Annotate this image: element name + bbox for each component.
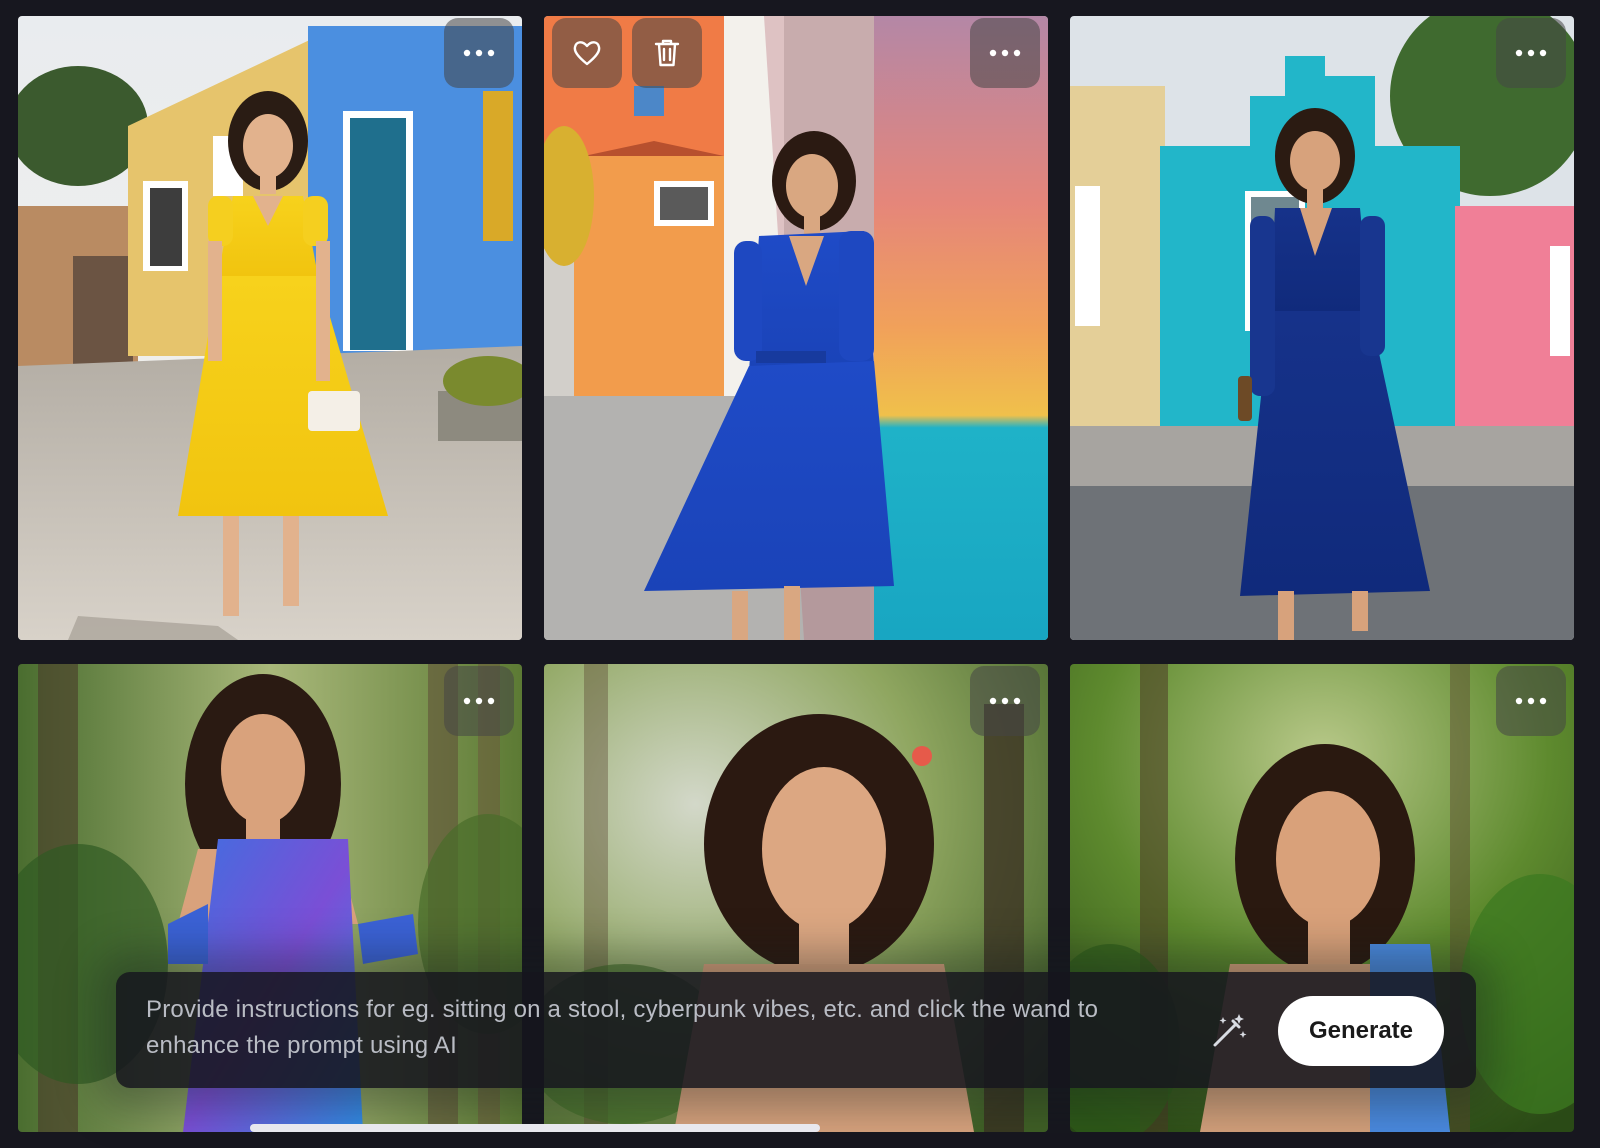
more-options-button[interactable] bbox=[970, 18, 1040, 88]
more-options-button[interactable] bbox=[1496, 18, 1566, 88]
more-icon bbox=[1515, 49, 1547, 57]
heart-icon bbox=[573, 41, 601, 66]
photo-street-yellow-dress bbox=[18, 16, 522, 640]
photo-street-navy-dress bbox=[1070, 16, 1574, 640]
more-icon bbox=[989, 697, 1021, 705]
trash-icon bbox=[654, 39, 680, 67]
more-options-button[interactable] bbox=[444, 666, 514, 736]
generate-button[interactable]: Generate bbox=[1278, 996, 1444, 1066]
photo-street-blue-dress bbox=[544, 16, 1048, 640]
magic-wand-icon bbox=[1213, 1014, 1247, 1047]
delete-button[interactable] bbox=[632, 18, 702, 88]
more-icon bbox=[1515, 697, 1547, 705]
image-gallery-grid bbox=[18, 16, 1574, 1132]
gallery-image-1[interactable] bbox=[18, 16, 522, 640]
more-options-button[interactable] bbox=[444, 18, 514, 88]
enhance-prompt-button[interactable] bbox=[1206, 1008, 1252, 1054]
more-options-button[interactable] bbox=[970, 666, 1040, 736]
more-icon bbox=[463, 49, 495, 57]
like-button[interactable] bbox=[552, 18, 622, 88]
prompt-input[interactable]: Provide instructions for eg. sitting on … bbox=[146, 992, 1196, 1064]
home-indicator-bar[interactable] bbox=[250, 1124, 820, 1132]
more-icon bbox=[463, 697, 495, 705]
gallery-image-2[interactable] bbox=[544, 16, 1048, 640]
gallery-image-3[interactable] bbox=[1070, 16, 1574, 640]
more-icon bbox=[989, 49, 1021, 57]
prompt-bar: Provide instructions for eg. sitting on … bbox=[116, 972, 1476, 1088]
more-options-button[interactable] bbox=[1496, 666, 1566, 736]
app-screen: Provide instructions for eg. sitting on … bbox=[0, 0, 1600, 1148]
